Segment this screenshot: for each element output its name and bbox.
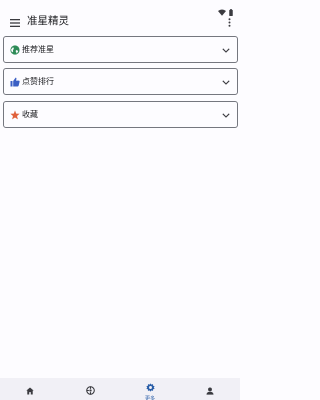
overflow-menu-button[interactable] (224, 14, 234, 28)
nav-item-home[interactable] (0, 378, 60, 400)
crosshair-icon (85, 380, 95, 399)
more-vert-icon (228, 12, 231, 31)
hamburger-menu-icon (10, 12, 20, 31)
panel-favorites[interactable]: 收藏 (3, 101, 238, 128)
star-icon (9, 109, 20, 120)
chevron-down-icon[interactable] (221, 45, 231, 55)
panel-label: 推荐准星 (22, 45, 54, 54)
nav-item-more[interactable]: 更多 (120, 378, 180, 400)
panel-label: 点赞排行 (22, 77, 54, 86)
nav-item-profile[interactable] (180, 378, 240, 400)
menu-button[interactable] (8, 14, 22, 28)
status-bar (0, 0, 240, 16)
panel-recommended-crosshair[interactable]: 推荐准星 (3, 36, 238, 63)
thumbs-up-icon (9, 76, 20, 87)
globe-icon (9, 44, 20, 55)
chevron-down-icon[interactable] (221, 77, 231, 87)
nav-label-more: 更多 (144, 395, 155, 400)
top-app-bar: 准星精灵 (0, 10, 240, 32)
nav-item-crosshair[interactable] (60, 378, 120, 400)
gear-icon (145, 377, 155, 396)
panel-label: 收藏 (22, 110, 38, 119)
person-icon (206, 380, 214, 399)
app-title: 准星精灵 (27, 15, 69, 27)
panel-likes-ranking[interactable]: 点赞排行 (3, 68, 238, 95)
chevron-down-icon[interactable] (221, 110, 231, 120)
bottom-navigation-bar: 更多 (0, 378, 240, 400)
home-icon (26, 380, 34, 399)
